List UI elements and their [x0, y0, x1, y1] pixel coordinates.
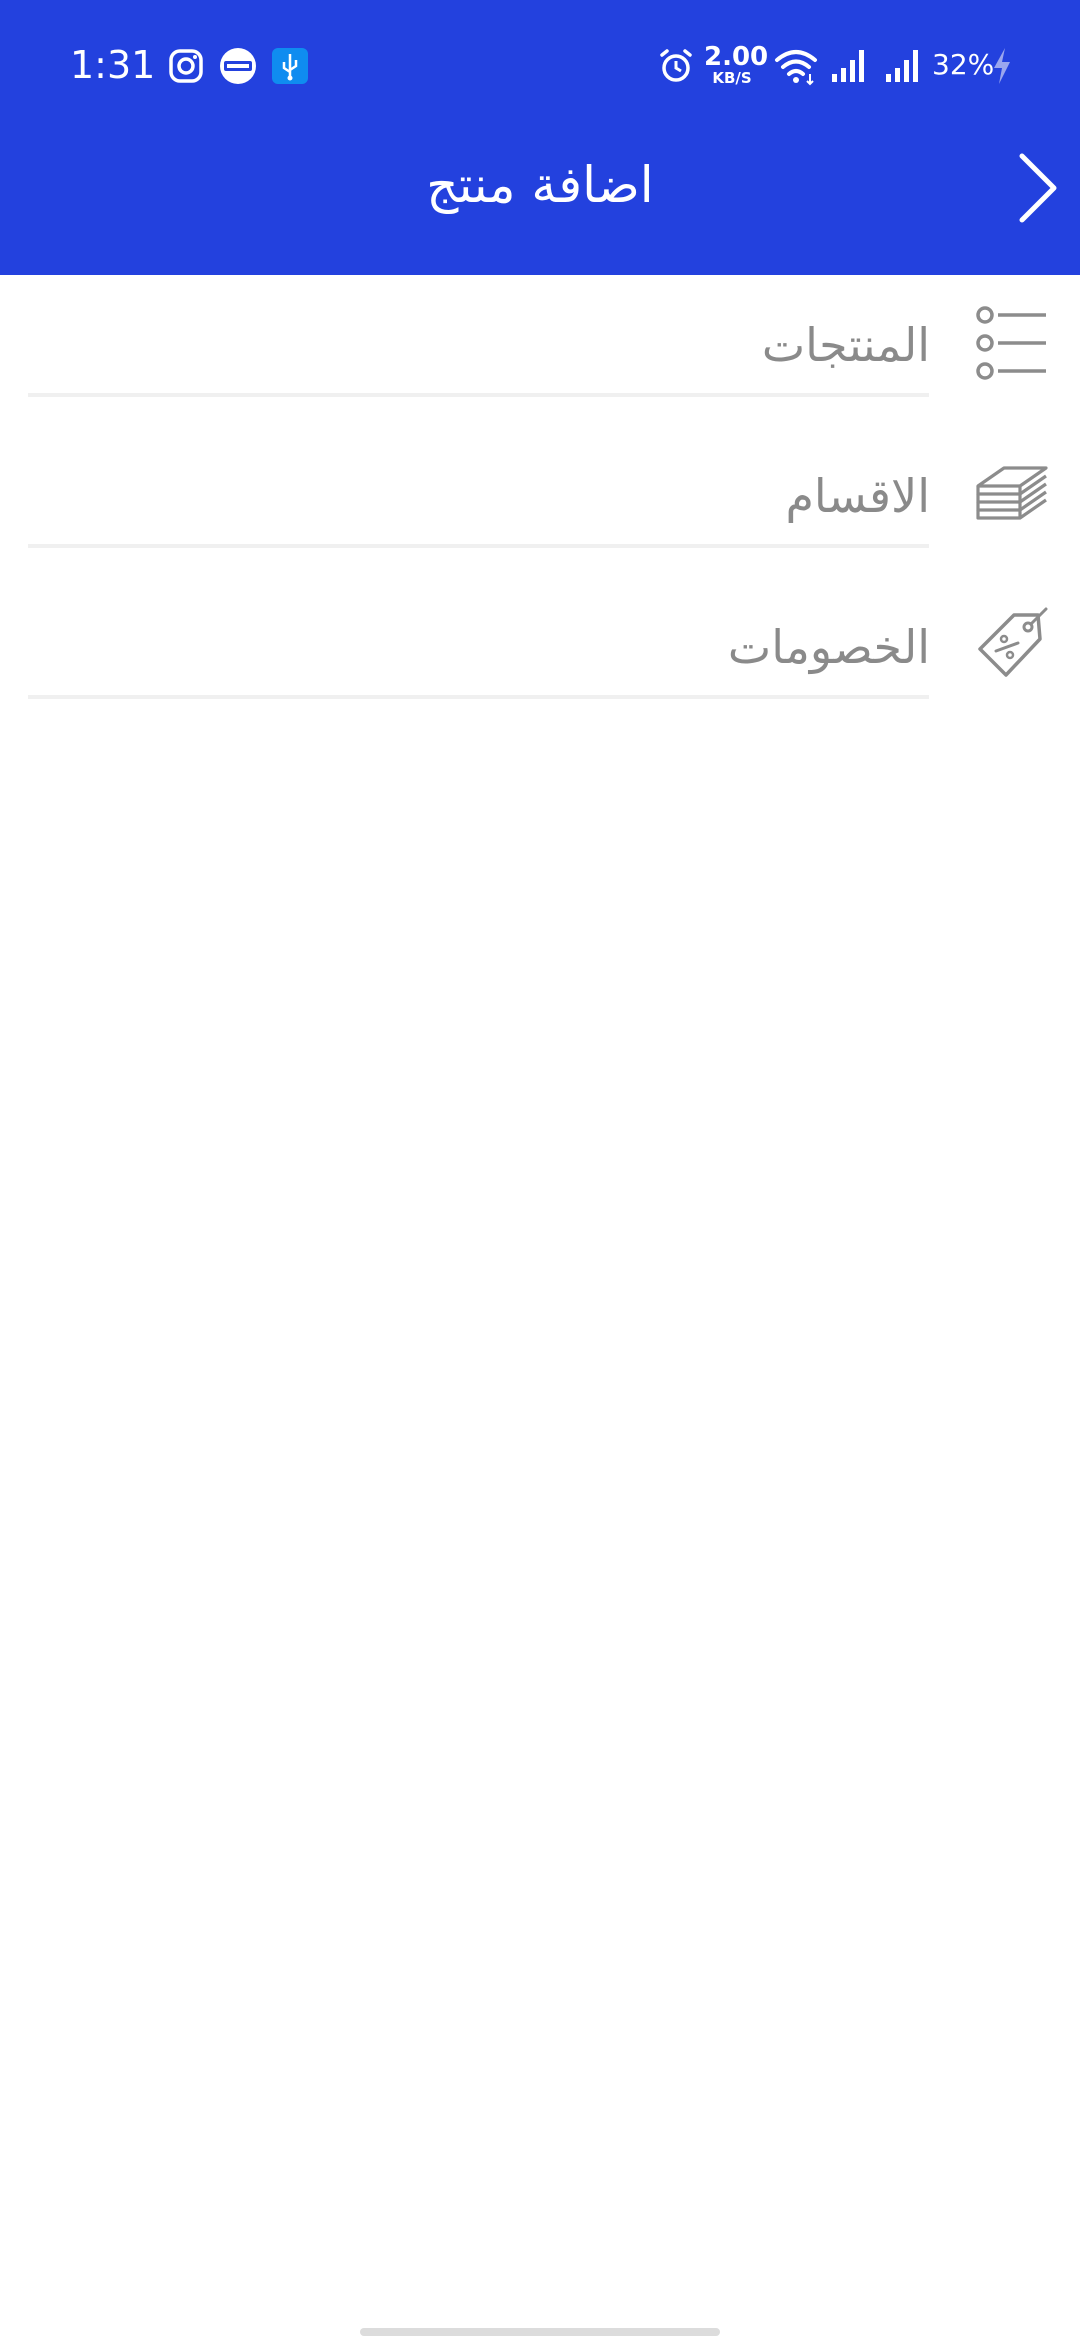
divider [28, 695, 929, 699]
battery-percentage: 32% [932, 48, 995, 81]
menu-item-label: المنتجات [761, 318, 930, 372]
signal-icon [832, 50, 864, 82]
back-button[interactable] [1004, 148, 1072, 228]
menu-item-products[interactable]: المنتجات [0, 275, 1080, 425]
alarm-icon [660, 49, 692, 82]
page-title: اضافة منتج [426, 156, 654, 214]
365-app-icon [220, 48, 256, 84]
discount-tag-icon [978, 607, 1048, 677]
signal-icon [886, 50, 918, 82]
divider [28, 393, 929, 397]
menu-item-label: الاقسام [785, 469, 930, 523]
home-indicator[interactable] [360, 2328, 720, 2336]
layers-icon [976, 466, 1048, 520]
instagram-icon [169, 49, 203, 83]
screen: 1:31 2.00 KB/S 32% اضافة منتج المنتجات ا… [0, 0, 1080, 2340]
charging-icon [994, 48, 1010, 84]
status-bar: 1:31 2.00 KB/S 32% [0, 0, 1080, 130]
list-icon [976, 306, 1046, 380]
top-app-bar: 1:31 2.00 KB/S 32% اضافة منتج [0, 0, 1080, 275]
menu-item-discounts[interactable]: الخصومات [0, 577, 1080, 727]
usb-icon [272, 48, 308, 84]
network-speed-unit: KB/S [712, 69, 752, 87]
chevron-right-icon [1019, 153, 1057, 223]
network-speed-value: 2.00 [704, 42, 769, 72]
network-speed: 2.00 KB/S [704, 42, 769, 87]
menu-item-categories[interactable]: الاقسام [0, 426, 1080, 576]
status-time: 1:31 [70, 43, 156, 87]
wifi-icon [775, 50, 817, 86]
divider [28, 544, 929, 548]
menu-item-label: الخصومات [727, 620, 930, 674]
